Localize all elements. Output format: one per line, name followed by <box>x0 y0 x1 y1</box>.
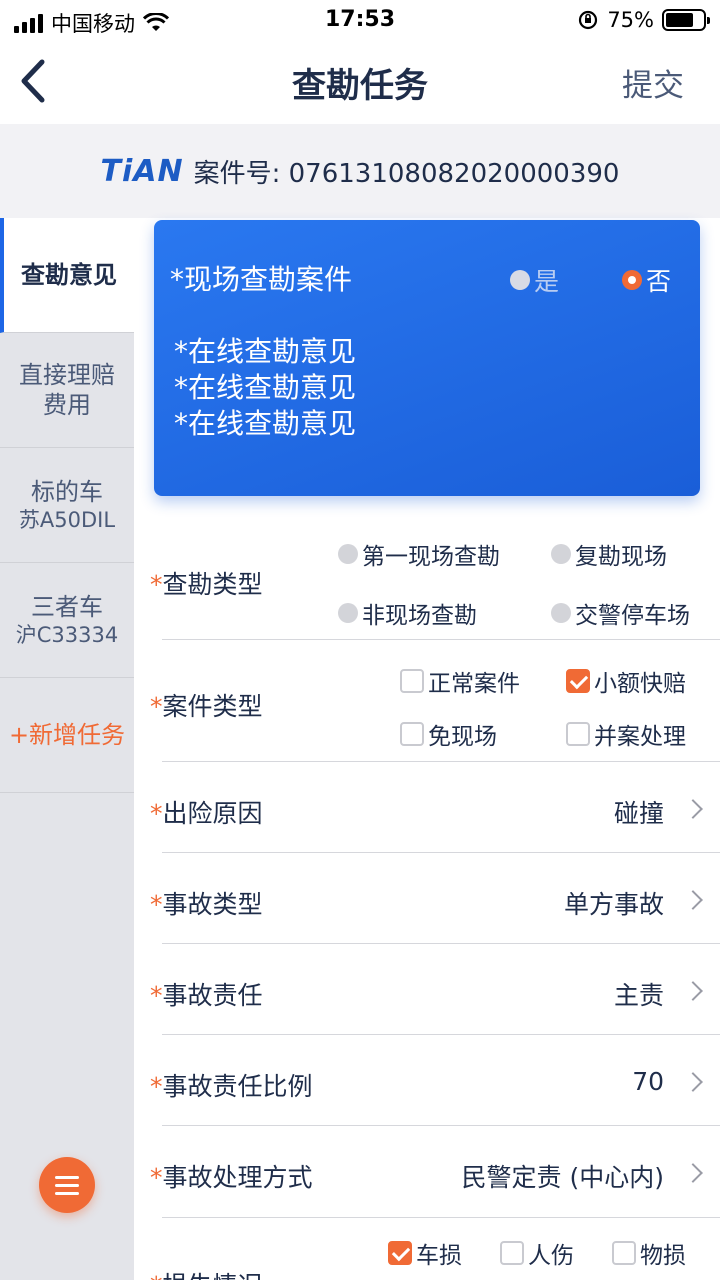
sidebar-item-subject-vehicle[interactable]: 标的车 苏A50DIL <box>0 448 134 563</box>
sidebar: 查勘意见 直接理赔 费用 标的车 苏A50DIL 三者车 沪C33334 +新增… <box>0 218 134 1280</box>
loss-situation-label: *损失情况 <box>150 1266 263 1280</box>
page-title: 查勘任务 <box>292 66 428 106</box>
sidebar-item-sublabel: 费用 <box>43 391 91 419</box>
sidebar-item-plate: 苏A50DIL <box>18 507 116 532</box>
sidebar-item-label: 直接理赔 <box>19 361 115 389</box>
case-type-option[interactable]: 小额快赔 <box>566 664 686 698</box>
survey-type-option[interactable]: 第一现场查勘 <box>338 537 500 571</box>
accident-type-label: *事故类型 <box>150 890 263 919</box>
sidebar-item-label: 三者车 <box>31 592 103 621</box>
loss-option[interactable]: 车损 <box>388 1236 462 1270</box>
company-logo: TiAN <box>100 153 184 189</box>
radio-yes-dot <box>510 270 530 290</box>
radio-no[interactable]: 否 <box>622 262 671 298</box>
case-type-option[interactable]: 并案处理 <box>566 717 686 751</box>
case-type-option[interactable]: 免现场 <box>400 717 497 751</box>
radio-yes[interactable]: 是 <box>510 262 559 298</box>
radio-yes-label: 是 <box>534 267 560 296</box>
chevron-right-icon <box>683 799 703 819</box>
online-opinion-item[interactable]: *在线查勘意见 <box>174 334 356 370</box>
menu-icon <box>55 1175 79 1179</box>
onsite-survey-label: *现场查勘案件 <box>170 263 353 296</box>
chevron-right-icon <box>683 1072 703 1092</box>
add-task-label: +新增任务 <box>8 721 126 749</box>
radio-no-dot <box>622 270 642 290</box>
accident-type-value: 单方事故 <box>563 890 664 919</box>
chevron-right-icon <box>683 981 703 1001</box>
liability-ratio-row[interactable]: *事故责任比例 70 <box>150 1035 720 1126</box>
radio-dot <box>338 603 358 623</box>
handling-method-label: *事故处理方式 <box>150 1163 313 1192</box>
sidebar-item-survey-opinion[interactable]: 查勘意见 <box>0 218 134 333</box>
survey-type-label: *查勘类型 <box>150 570 263 599</box>
checkbox <box>400 669 424 693</box>
liability-ratio-value: 70 <box>632 1067 664 1096</box>
handling-method-row[interactable]: *事故处理方式 民警定责 (中心内) <box>150 1126 720 1218</box>
radio-dot <box>338 544 358 564</box>
radio-dot <box>551 544 571 564</box>
battery-icon <box>662 9 710 31</box>
online-opinion-list: *在线查勘意见 *在线查勘意见 *在线查勘意见 <box>174 334 356 442</box>
menu-fab-button[interactable] <box>39 1157 95 1213</box>
sidebar-item-label: 标的车 <box>31 477 103 506</box>
orientation-lock-icon <box>579 10 598 30</box>
nav-bar: 查勘任务 提交 <box>0 40 720 124</box>
battery-percent: 75% <box>607 8 654 32</box>
accident-liability-value: 主责 <box>613 981 664 1010</box>
case-number: 案件号: 07613108082020000390 <box>193 158 620 189</box>
add-task-button[interactable]: +新增任务 <box>0 678 134 793</box>
survey-type-option[interactable]: 非现场查勘 <box>338 596 477 630</box>
sidebar-item-plate: 沪C33334 <box>15 622 119 647</box>
online-opinion-item[interactable]: *在线查勘意见 <box>174 370 356 406</box>
survey-type-row: *查勘类型 第一现场查勘 复勘现场 非现场查勘 交警停车场 <box>150 520 720 640</box>
online-opinion-item[interactable]: *在线查勘意见 <box>174 406 356 442</box>
sidebar-item-third-party-vehicle[interactable]: 三者车 沪C33334 <box>0 563 134 678</box>
checkbox-checked <box>388 1241 412 1265</box>
chevron-right-icon <box>683 1163 703 1183</box>
checkbox <box>612 1241 636 1265</box>
checkbox <box>566 722 590 746</box>
handling-method-value: 民警定责 (中心内) <box>461 1163 664 1192</box>
loss-option[interactable]: 物损 <box>612 1236 686 1270</box>
checkbox-checked <box>566 669 590 693</box>
liability-ratio-label: *事故责任比例 <box>150 1072 313 1101</box>
accident-liability-label: *事故责任 <box>150 981 263 1010</box>
loss-situation-row: *损失情况 车损 人伤 物损 <box>150 1218 720 1280</box>
loss-cause-row[interactable]: *出险原因 碰撞 <box>150 762 720 853</box>
loss-cause-value: 碰撞 <box>613 799 664 828</box>
accident-type-row[interactable]: *事故类型 单方事故 <box>150 853 720 944</box>
radio-dot <box>551 603 571 623</box>
loss-cause-label: *出险原因 <box>150 799 263 828</box>
sidebar-item-label: 查勘意见 <box>21 261 117 289</box>
checkbox <box>500 1241 524 1265</box>
case-type-row: *案件类型 正常案件 小额快赔 免现场 并案处理 <box>150 640 720 762</box>
survey-type-option[interactable]: 复勘现场 <box>551 537 667 571</box>
submit-button[interactable]: 提交 <box>622 60 684 105</box>
case-type-option[interactable]: 正常案件 <box>400 664 520 698</box>
survey-type-option[interactable]: 交警停车场 <box>551 596 690 630</box>
case-type-label: *案件类型 <box>150 692 263 721</box>
status-right: 75% <box>577 8 710 32</box>
sidebar-item-direct-claim-cost[interactable]: 直接理赔 费用 <box>0 333 134 448</box>
checkbox <box>400 722 424 746</box>
accident-liability-row[interactable]: *事故责任 主责 <box>150 944 720 1035</box>
radio-no-label: 否 <box>646 267 672 296</box>
status-bar: 中国移动 17:53 75% <box>0 0 720 40</box>
case-number-bar: TiAN 案件号: 07613108082020000390 <box>0 124 720 218</box>
chevron-right-icon <box>683 890 703 910</box>
onsite-survey-card: *现场查勘案件 是 否 *在线查勘意见 *在线查勘意见 *在线查勘意见 <box>154 220 700 496</box>
loss-option[interactable]: 人伤 <box>500 1236 574 1270</box>
